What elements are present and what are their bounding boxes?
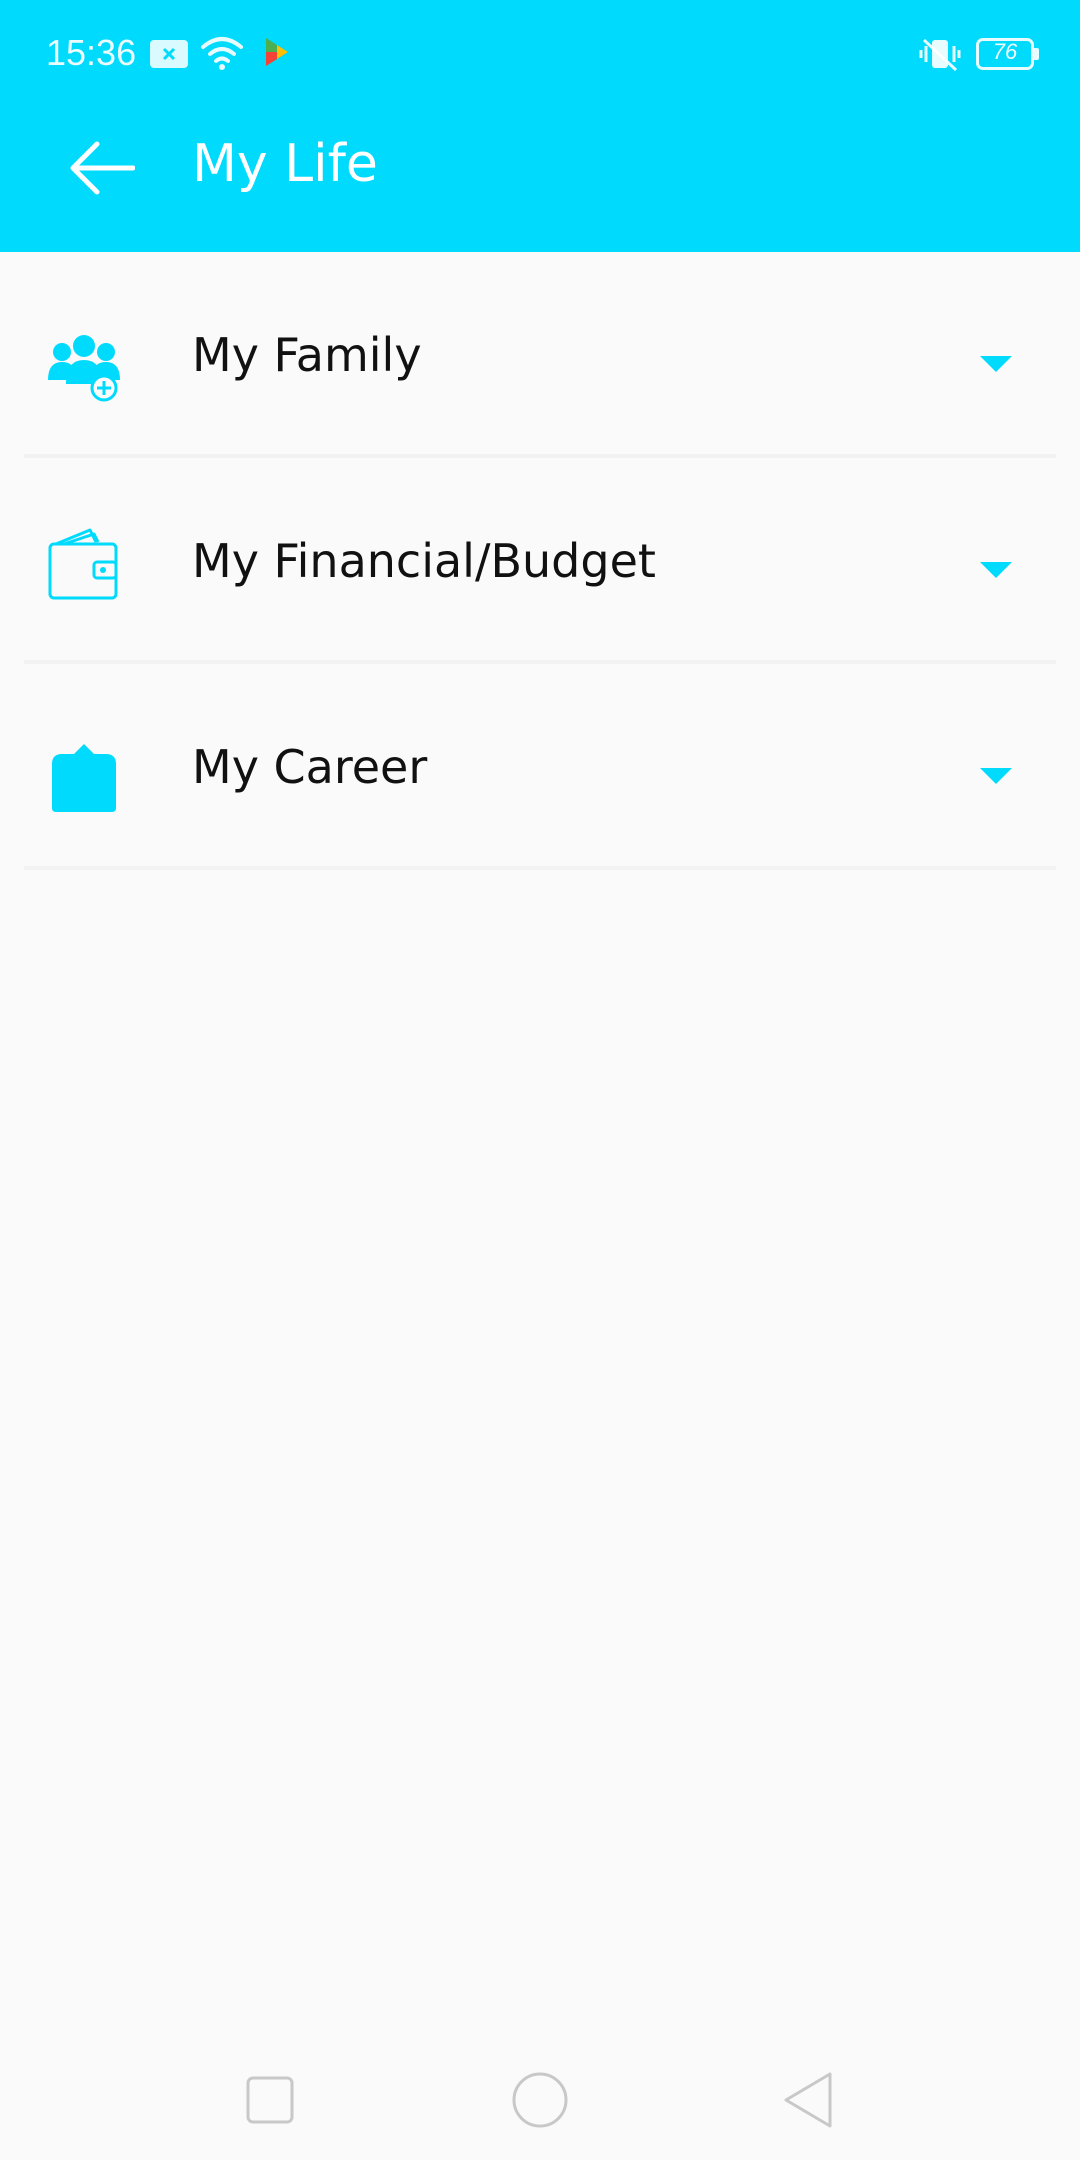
list-item-label: My Career (192, 740, 428, 794)
page-title: My Life (192, 134, 378, 194)
chevron-down-icon[interactable] (980, 356, 1012, 374)
system-nav-bar (0, 2040, 1080, 2160)
wallet-icon (48, 528, 118, 600)
chevron-down-icon[interactable] (980, 768, 1012, 786)
battery-tip (1034, 48, 1039, 60)
divider (24, 866, 1056, 870)
app-header: 15:36 76 My Life (0, 0, 1080, 252)
family-add-icon (48, 335, 120, 402)
list-item-my-family[interactable]: My Family (0, 252, 1080, 458)
list-item-my-financial-budget[interactable]: My Financial/Budget (0, 458, 1080, 664)
vibrate-icon (919, 38, 961, 72)
life-category-list: My Family My Financial/Budget My Career (0, 252, 1080, 870)
home-circle-icon[interactable] (500, 2060, 580, 2140)
battery-level: 76 (992, 39, 1018, 64)
career-icon (52, 744, 116, 812)
list-item-label: My Financial/Budget (192, 534, 656, 588)
chevron-down-icon[interactable] (980, 562, 1012, 580)
back-button[interactable] (52, 128, 152, 208)
wifi-icon (201, 37, 243, 70)
play-store-icon (266, 38, 288, 66)
back-triangle-icon[interactable] (770, 2060, 850, 2140)
list-item-label: My Family (192, 328, 422, 382)
battery-icon: 76 (976, 38, 1034, 70)
status-time: 15:36 (46, 32, 137, 73)
arrow-left-icon (70, 141, 135, 195)
list-item-my-career[interactable]: My Career (0, 664, 1080, 870)
notification-x-icon (150, 40, 188, 68)
status-bar: 15:36 76 (0, 0, 1080, 110)
recents-square-icon[interactable] (230, 2060, 310, 2140)
